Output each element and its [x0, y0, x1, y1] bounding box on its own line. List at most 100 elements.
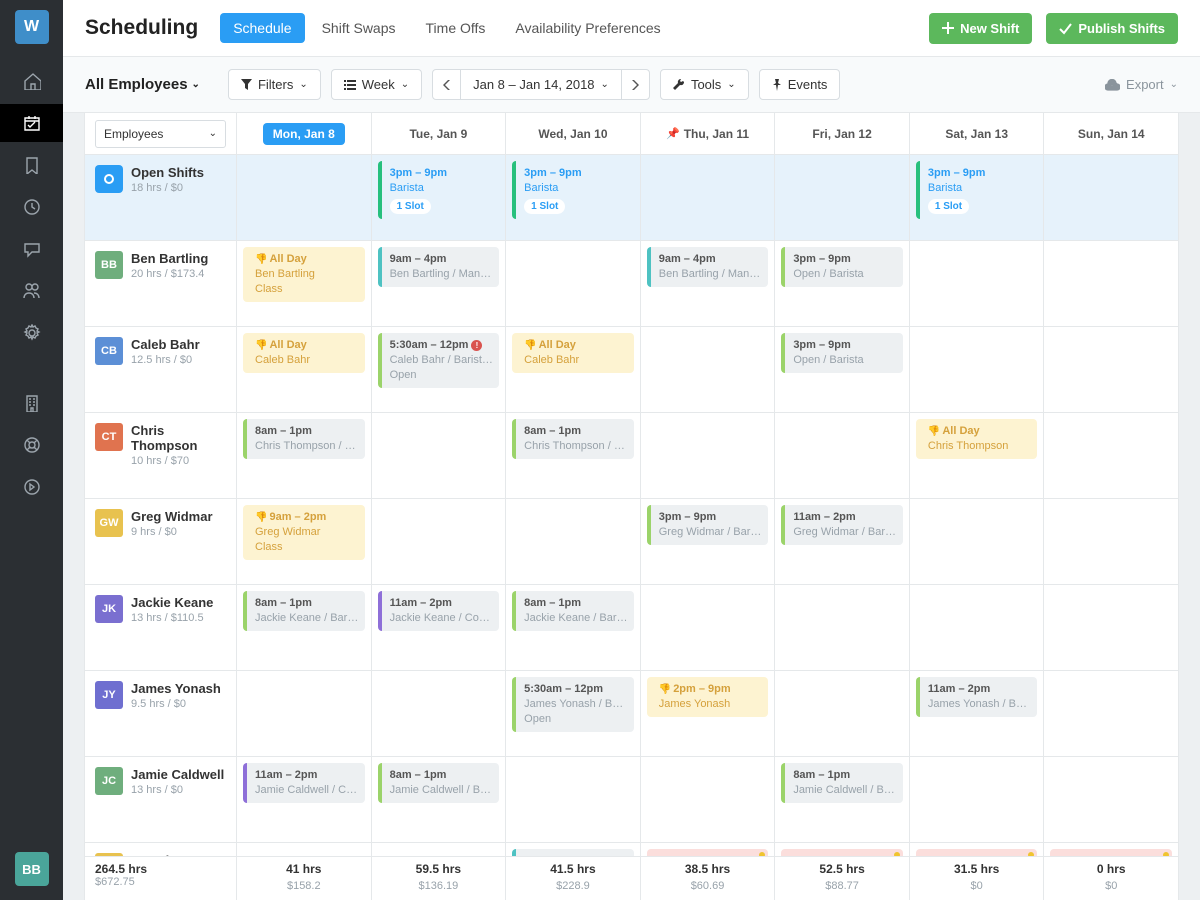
schedule-cell[interactable]: 8am – 1pmJamie Caldwell / B… [775, 757, 910, 842]
schedule-cell[interactable]: 👎All DayBen BartlingClass [237, 241, 372, 326]
schedule-cell[interactable] [775, 671, 910, 756]
schedule-cell[interactable]: 5:30am – 12pmJames Yonash / B…Open [506, 671, 641, 756]
schedule-cell[interactable] [1044, 499, 1178, 584]
employee-name[interactable]: Caleb Bahr [131, 337, 200, 352]
publish-shifts-button[interactable]: Publish Shifts [1046, 13, 1178, 44]
schedule-cell[interactable]: 👎All DayCaleb Bahr [506, 327, 641, 412]
arrow-right-icon[interactable] [0, 468, 63, 506]
shift-card[interactable]: 5:30am – 12pmJames Yonash / B…Open [512, 677, 634, 732]
shift-card[interactable]: 👎All DayCaleb Bahr [243, 333, 365, 373]
shift-card[interactable]: 3pm – 9pmOpen / Barista [781, 247, 903, 287]
logo[interactable]: W [15, 10, 49, 44]
schedule-cell[interactable] [775, 585, 910, 670]
life-ring-icon[interactable] [0, 426, 63, 464]
export-button[interactable]: Export⌄ [1105, 77, 1178, 92]
schedule-cell[interactable] [372, 499, 507, 584]
schedule-cell[interactable]: 3pm – 9pmBarista1 Slot [506, 155, 641, 240]
schedule-cell[interactable] [506, 499, 641, 584]
schedule-cell[interactable]: 3pm – 9pmBarista1 Slot [910, 155, 1045, 240]
bookmark-icon[interactable] [0, 146, 63, 184]
schedule-cell[interactable] [910, 757, 1045, 842]
schedule-cell[interactable] [775, 155, 910, 240]
schedule-cell[interactable]: 👎9am – 2pmGreg WidmarClass [237, 499, 372, 584]
schedule-cell[interactable]: 8am – 1pmJamie Caldwell / B… [372, 757, 507, 842]
day-header[interactable]: Fri, Jan 12 [775, 113, 910, 154]
schedule-cell[interactable] [1044, 327, 1178, 412]
shift-card[interactable]: 3pm – 9pmBarista1 Slot [916, 161, 1038, 219]
chat-icon[interactable] [0, 230, 63, 268]
schedule-cell[interactable] [641, 413, 776, 498]
schedule-cell[interactable]: ⊘All DayJonathan Hainstock [910, 843, 1045, 856]
employee-name[interactable]: Jamie Caldwell [131, 767, 224, 782]
employees-dropdown[interactable]: Employees⌄ [95, 120, 226, 148]
shift-card[interactable]: 11am – 2pmGreg Widmar / Bar… [781, 505, 903, 545]
schedule-cell[interactable]: 3pm – 9pmOpen / Barista [775, 241, 910, 326]
schedule-cell[interactable]: ⊘All DayJonathan Hainstock [641, 843, 776, 856]
day-header[interactable]: Sun, Jan 14 [1044, 113, 1178, 154]
tab-time-offs[interactable]: Time Offs [413, 13, 499, 43]
tools-button[interactable]: Tools⌄ [660, 69, 749, 100]
next-week-button[interactable] [621, 69, 650, 100]
schedule-cell[interactable]: 8am – 1pmJackie Keane / Bar… [506, 585, 641, 670]
schedule-cell[interactable]: 👎All DayChris Thompson [910, 413, 1045, 498]
shift-card[interactable]: ⊘All DayJonathan Hainstock [781, 849, 903, 856]
schedule-cell[interactable] [910, 585, 1045, 670]
events-button[interactable]: Events [759, 69, 841, 100]
schedule-cell[interactable]: 9am – 4pmBen Bartling / Man… [372, 241, 507, 326]
schedule-cell[interactable]: 👎All DayCaleb Bahr [237, 327, 372, 412]
shift-card[interactable]: 👎All DayChris Thompson [916, 419, 1038, 459]
shift-card[interactable]: 9am – 4pmBen Bartling / Man… [647, 247, 769, 287]
day-header[interactable]: Sat, Jan 13 [910, 113, 1045, 154]
schedule-cell[interactable] [372, 413, 507, 498]
schedule-cell[interactable]: ⊘All DayJonathan Hainstock [1044, 843, 1178, 856]
schedule-cell[interactable]: 8am – 1pmChris Thompson / … [506, 413, 641, 498]
employee-name[interactable]: Jackie Keane [131, 595, 213, 610]
view-week-button[interactable]: Week⌄ [331, 69, 422, 100]
schedule-cell[interactable]: 👎2pm – 9pmJames Yonash [641, 671, 776, 756]
home-icon[interactable] [0, 62, 63, 100]
shift-card[interactable]: ⊘All DayJonathan Hainstock [647, 849, 769, 856]
schedule-cell[interactable] [1044, 413, 1178, 498]
gear-icon[interactable] [0, 314, 63, 352]
shift-card[interactable]: 8am – 1pmJackie Keane / Bar… [243, 591, 365, 631]
shift-card[interactable]: 8am – 1pmChris Thompson / … [243, 419, 365, 459]
shift-card[interactable]: 8am – 1pmJamie Caldwell / B… [378, 763, 500, 803]
employee-name[interactable]: Chris Thompson [131, 423, 226, 453]
shift-card[interactable]: 5:30am – 12pm!Caleb Bahr / Barist…Open [378, 333, 500, 388]
schedule-cell[interactable]: 11am – 2pmGreg Widmar / Bar… [775, 499, 910, 584]
shift-card[interactable]: 9am – 4pmJonathan Hainsto… [512, 849, 634, 856]
schedule-cell[interactable] [372, 671, 507, 756]
schedule-cell[interactable] [641, 585, 776, 670]
user-badge[interactable]: BB [15, 852, 49, 886]
shift-card[interactable]: 3pm – 9pmBarista1 Slot [512, 161, 634, 219]
day-header[interactable]: Mon, Jan 8 [237, 113, 372, 154]
schedule-cell[interactable]: 9am – 4pmBen Bartling / Man… [641, 241, 776, 326]
calendar-check-icon[interactable] [0, 104, 63, 142]
schedule-cell[interactable]: 11am – 2pmJackie Keane / Co… [372, 585, 507, 670]
building-icon[interactable] [0, 384, 63, 422]
tab-availability-preferences[interactable]: Availability Preferences [502, 13, 673, 43]
shift-card[interactable]: ⊘All DayJonathan Hainstock [916, 849, 1038, 856]
schedule-cell[interactable]: ⊘All DayJonathan Hainstock [775, 843, 910, 856]
employee-name[interactable]: James Yonash [131, 681, 221, 696]
day-header[interactable]: Tue, Jan 9 [372, 113, 507, 154]
schedule-cell[interactable] [910, 241, 1045, 326]
date-range-button[interactable]: Jan 8 – Jan 14, 2018⌄ [460, 69, 622, 100]
schedule-cell[interactable] [1044, 757, 1178, 842]
shift-card[interactable]: 3pm – 9pmOpen / Barista [781, 333, 903, 373]
schedule-cell[interactable] [237, 671, 372, 756]
users-icon[interactable] [0, 272, 63, 310]
clock-icon[interactable] [0, 188, 63, 226]
shift-card[interactable]: 👎9am – 2pmGreg WidmarClass [243, 505, 365, 560]
schedule-cell[interactable]: 11am – 2pmJames Yonash / B… [910, 671, 1045, 756]
shift-card[interactable]: 8am – 1pmJackie Keane / Bar… [512, 591, 634, 631]
schedule-cell[interactable]: 3pm – 9pmBarista1 Slot [372, 155, 507, 240]
schedule-cell[interactable] [237, 843, 372, 856]
schedule-cell[interactable] [641, 327, 776, 412]
schedule-cell[interactable] [372, 843, 507, 856]
schedule-cell[interactable] [237, 155, 372, 240]
shift-card[interactable]: 11am – 2pmJamie Caldwell / C… [243, 763, 365, 803]
shift-card[interactable]: 👎2pm – 9pmJames Yonash [647, 677, 769, 717]
shift-card[interactable]: 3pm – 9pmBarista1 Slot [378, 161, 500, 219]
schedule-cell[interactable]: 8am – 1pmChris Thompson / … [237, 413, 372, 498]
